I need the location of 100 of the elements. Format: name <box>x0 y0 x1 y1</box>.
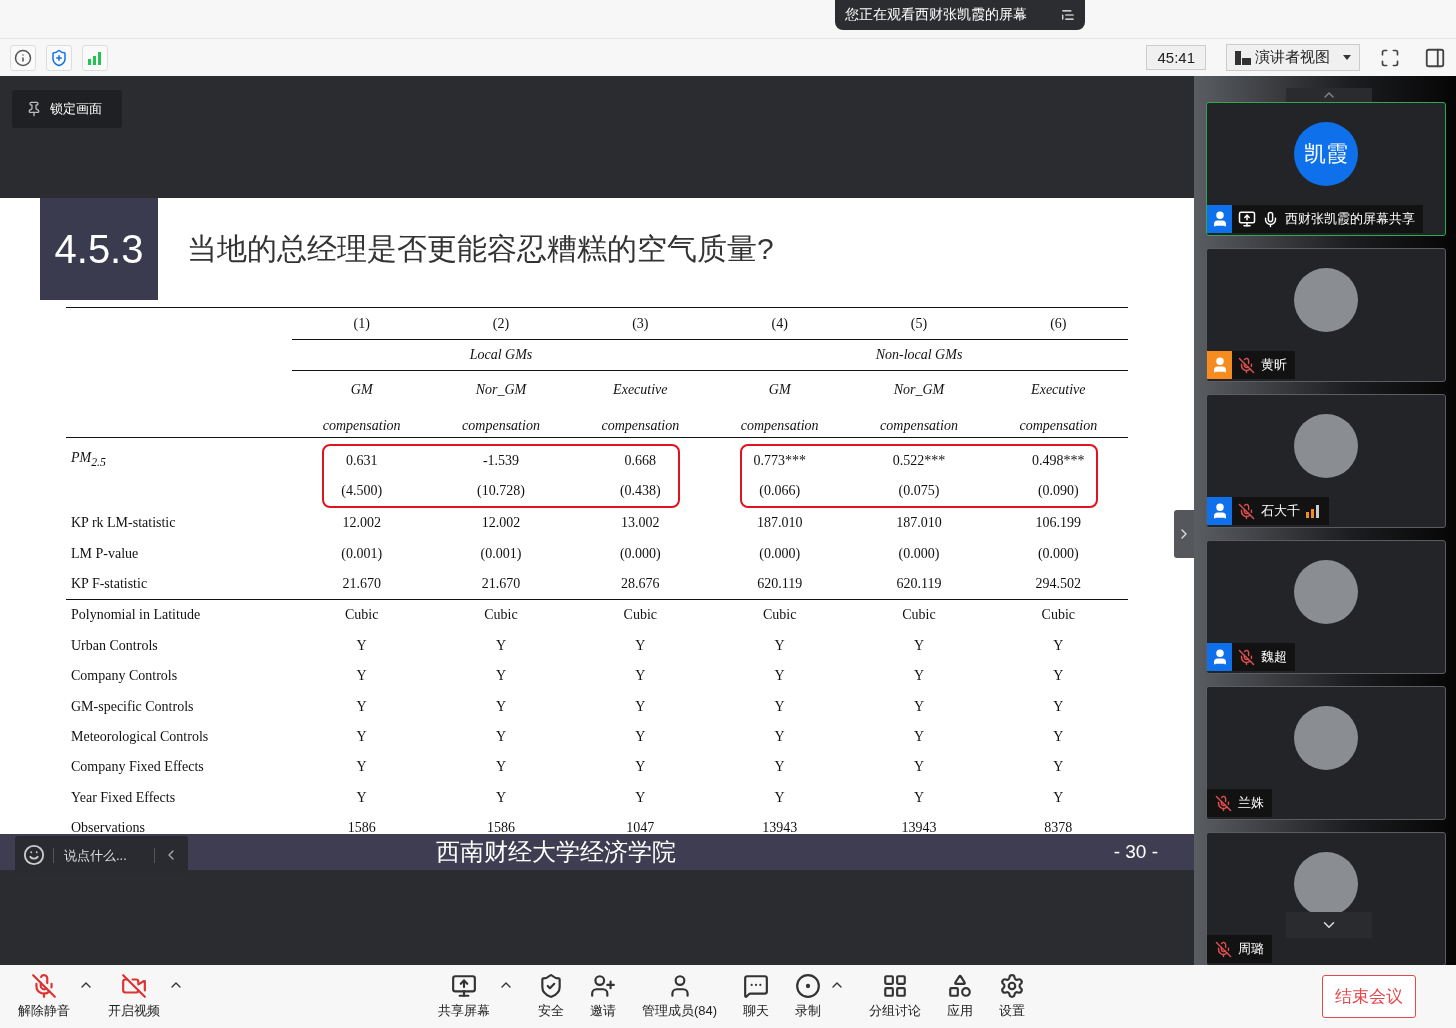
table-cell-text: 1586 <box>486 820 516 837</box>
table-cell-text: Y <box>355 789 368 806</box>
lock-view-button[interactable]: 锁定画面 <box>12 90 122 128</box>
table-cell-text: (0.000) <box>897 545 941 562</box>
layout-icon <box>1235 50 1251 65</box>
muted-mic-icon <box>31 973 57 999</box>
participant-name: 周璐 <box>1238 940 1264 958</box>
table-cell-text: Y <box>773 789 786 806</box>
row-label: Company Fixed Effects <box>70 759 205 776</box>
participant-tile[interactable]: 黄昕 <box>1206 248 1446 382</box>
table-cell-text: (0.066) <box>758 483 802 499</box>
end-meeting-button[interactable]: 结束会议 <box>1322 975 1416 1018</box>
toolbar-button[interactable]: 应用 <box>939 973 982 1020</box>
shield-icon[interactable] <box>46 44 72 71</box>
table-cell-text: Y <box>494 668 508 685</box>
toolbar-button[interactable]: 邀请 <box>582 973 624 1020</box>
table-cell-text: 187.010 <box>895 515 943 532</box>
toolbar-button[interactable]: 聊天 <box>735 973 778 1020</box>
toolbar-button[interactable]: 安全 <box>530 973 572 1020</box>
table-cell-text: Y <box>355 668 368 685</box>
toolbar-button[interactable]: 分组讨论 <box>861 973 930 1020</box>
participant-tile[interactable]: 周璐 <box>1206 832 1446 965</box>
toolbar-button[interactable]: 解除静音 <box>10 973 78 1020</box>
person-plus-icon <box>590 973 616 999</box>
table-cell-text: (0.075) <box>897 483 941 499</box>
column-heading: Executive <box>1030 381 1087 399</box>
table-cell-text: (0.090) <box>1036 483 1080 499</box>
table-cell-text: Y <box>634 728 647 745</box>
sidebar-toggle[interactable] <box>1174 510 1194 558</box>
info-icon[interactable] <box>10 44 36 71</box>
column-heading: Nor_GM <box>892 381 946 399</box>
table-cell-text: (0.438) <box>618 483 662 499</box>
view-dropdown[interactable]: 演讲者视图 <box>1226 44 1360 71</box>
column-number: (6) <box>1049 315 1068 332</box>
table-cell-text: Y <box>494 759 508 776</box>
table-cell-text: Y <box>494 728 508 745</box>
table-cell-text: (0.000) <box>758 545 802 562</box>
settings-icon <box>999 973 1026 999</box>
column-number: (2) <box>491 315 511 332</box>
table-cell-text: 28.676 <box>620 575 661 592</box>
participant-name: 石大千 <box>1261 502 1300 520</box>
table-cell-text: Cubic <box>622 607 659 624</box>
toolbar-button[interactable]: 管理成员(84) <box>634 973 726 1020</box>
participant-name: 黄昕 <box>1261 356 1287 374</box>
column-heading: compensation <box>321 417 402 435</box>
footer-text: 西南财经大学经济学院 <box>436 837 676 867</box>
table-cell-text: Y <box>912 789 926 806</box>
participant-name: 兰姝 <box>1238 794 1264 812</box>
pin-icon <box>26 101 42 117</box>
table-cell-text: Y <box>494 789 508 806</box>
table-cell-text: 0.631 <box>344 453 379 469</box>
toolbar-button[interactable]: 录制 <box>787 973 830 1020</box>
fullscreen-icon[interactable] <box>1380 47 1400 68</box>
side-panel-icon[interactable] <box>1424 46 1446 69</box>
participant-tile[interactable]: 石大千 <box>1206 394 1446 528</box>
page-number: - 30 - <box>1113 841 1158 863</box>
table-cell-text: Y <box>773 668 786 685</box>
participant-tile[interactable]: 兰姝 <box>1206 686 1446 820</box>
slide-title: 当地的总经理是否更能容忍糟糕的空气质量? <box>187 230 774 267</box>
table-cell-text: (0.000) <box>1036 545 1080 562</box>
table-cell-text: 0.668 <box>623 453 658 469</box>
table-cell-text: 294.502 <box>1034 575 1083 592</box>
table-cell-text: Y <box>355 728 368 745</box>
emoji-icon[interactable] <box>23 844 45 866</box>
row-label: Urban Controls <box>70 637 159 654</box>
table-cell-text: (0.001) <box>340 545 384 562</box>
table-cell-text: Y <box>355 698 368 715</box>
table-cell-text: Y <box>634 759 647 776</box>
column-heading: compensation <box>1018 417 1099 435</box>
column-heading: Executive <box>612 381 669 399</box>
table-cell-text: Y <box>1052 698 1065 715</box>
table-cell-text: Y <box>494 637 508 654</box>
table-cell-text: Y <box>634 789 647 806</box>
toolbar-button[interactable]: 开启视频 <box>100 973 168 1020</box>
column-number: (3) <box>631 315 650 332</box>
toolbar-button[interactable]: 设置 <box>991 973 1034 1020</box>
table-cell-text: 0.773*** <box>752 453 807 469</box>
table-cell-text: 1047 <box>625 820 656 837</box>
table-cell-text: Y <box>494 698 508 715</box>
column-heading: compensation <box>879 417 959 435</box>
participant-tile[interactable]: 凯霞 西财张凯霞的屏幕共享 <box>1206 102 1446 236</box>
row-label: Year Fixed Effects <box>70 789 177 806</box>
menu-icon[interactable] <box>1061 8 1075 22</box>
row-label: Polynomial in Latitude <box>70 607 202 624</box>
toolbar-button[interactable]: 共享屏幕 <box>430 973 498 1020</box>
table-cell-text: 187.010 <box>755 515 804 532</box>
table-cell-text: Cubic <box>761 607 798 624</box>
section-number: 4.5.3 <box>40 198 158 300</box>
participant-name: 魏超 <box>1261 648 1287 666</box>
table-cell-text: 21.670 <box>341 575 382 592</box>
row-label: PM$_{2.5}$ <box>70 449 107 471</box>
table-cell-text: Y <box>773 728 786 745</box>
chat-input[interactable]: 说点什么... <box>53 847 155 863</box>
video-off-icon <box>121 973 147 999</box>
row-label: LM P-value <box>70 545 140 562</box>
screen-share-icon <box>451 973 477 999</box>
group-heading: Local GMs <box>468 347 534 363</box>
table-cell-text: 0.522*** <box>891 453 947 469</box>
row-label: GM-specific Controls <box>70 698 195 715</box>
participant-tile[interactable]: 魏超 <box>1206 540 1446 674</box>
